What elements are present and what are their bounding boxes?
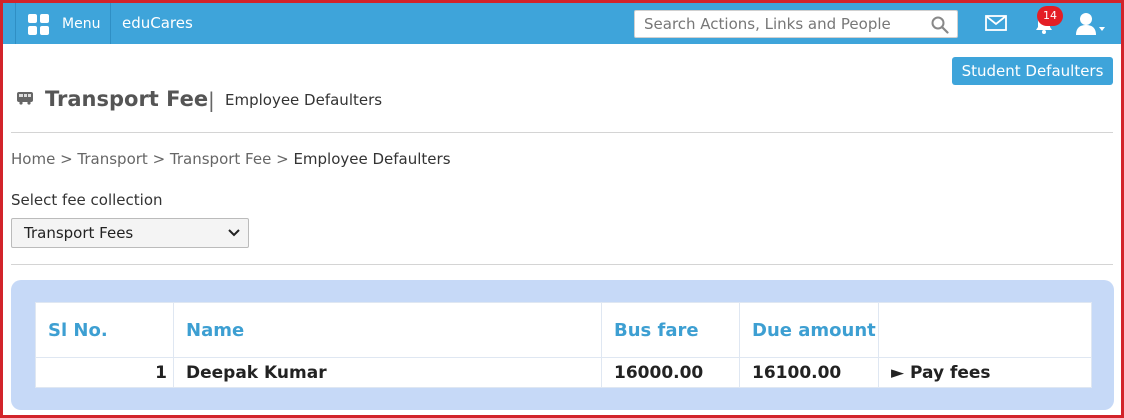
page-title: Transport Fee	[45, 87, 209, 111]
column-header-bus-fare: Bus fare	[601, 302, 740, 358]
mail-icon[interactable]	[985, 15, 1007, 31]
divider	[11, 132, 1113, 133]
cell-sl-no: 1	[35, 357, 174, 388]
table-row: 1 Deepak Kumar 16000.00 16100.00 ► Pay f…	[35, 357, 1092, 388]
breadcrumb: Home > Transport > Transport Fee > Emplo…	[11, 150, 451, 168]
cell-name: Deepak Kumar	[173, 357, 602, 388]
breadcrumb-home[interactable]: Home	[11, 150, 55, 168]
defaulters-panel: Sl No. Name Bus fare Due amount 1 Deepak…	[11, 280, 1114, 410]
column-header-name: Name	[173, 302, 602, 358]
notification-badge: 14	[1037, 6, 1063, 26]
breadcrumb-separator: >	[55, 150, 78, 168]
title-separator: |	[208, 88, 215, 112]
student-defaulters-button[interactable]: Student Defaulters	[952, 57, 1113, 85]
page-subtitle: Employee Defaulters	[225, 91, 383, 109]
user-menu-icon[interactable]	[1075, 12, 1107, 36]
cell-due-amount: 16100.00	[739, 357, 879, 388]
column-header-sl-no: Sl No.	[35, 302, 174, 358]
defaulters-table: Sl No. Name Bus fare Due amount 1 Deepak…	[35, 302, 1092, 388]
chevron-down-icon	[228, 229, 240, 237]
top-navbar: Menu eduCares 14	[3, 3, 1121, 44]
breadcrumb-transport[interactable]: Transport	[77, 150, 147, 168]
cell-bus-fare: 16000.00	[601, 357, 740, 388]
bus-icon	[17, 92, 33, 105]
search-icon[interactable]	[931, 16, 949, 34]
table-header-row: Sl No. Name Bus fare Due amount	[35, 302, 1092, 358]
menu-label: Menu	[62, 15, 101, 32]
breadcrumb-transport-fee[interactable]: Transport Fee	[170, 150, 271, 168]
column-header-due-amount: Due amount	[739, 302, 879, 358]
column-header-action	[878, 302, 1092, 358]
fee-collection-label: Select fee collection	[11, 191, 163, 209]
fee-collection-select[interactable]: Transport Fees	[11, 218, 249, 248]
breadcrumb-current: Employee Defaulters	[293, 150, 451, 168]
search-input[interactable]	[635, 11, 925, 37]
breadcrumb-separator: >	[271, 150, 294, 168]
divider	[11, 264, 1113, 265]
search-box	[634, 10, 958, 38]
pay-fees-link[interactable]: ► Pay fees	[878, 357, 1092, 388]
breadcrumb-separator: >	[147, 150, 170, 168]
menu-button[interactable]: Menu	[15, 3, 111, 44]
fee-collection-selected: Transport Fees	[24, 224, 134, 242]
brand-link[interactable]: eduCares	[122, 3, 193, 44]
apps-grid-icon	[28, 13, 49, 35]
